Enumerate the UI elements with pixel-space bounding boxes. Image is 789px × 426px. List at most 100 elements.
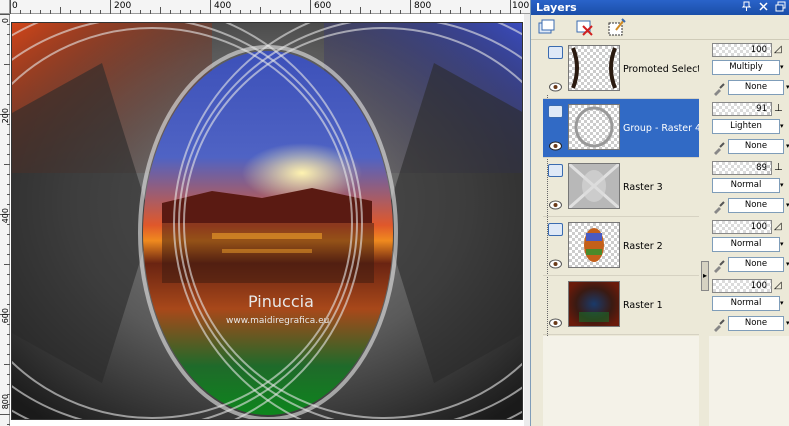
artwork-image: Pinuccia www.maidiregrafica.eu (12, 23, 522, 419)
slider-handle-icon[interactable]: ◿ (774, 220, 784, 234)
opacity-value: 89 (756, 163, 767, 173)
brush-icon[interactable] (712, 199, 725, 214)
layer-name: Raster 3 (623, 182, 663, 193)
layer-thumbnail (568, 222, 620, 268)
chevron-down-icon[interactable]: ▾ (780, 122, 784, 130)
chevron-down-icon[interactable]: ▾ (780, 181, 784, 189)
panel-title: Layers (536, 1, 577, 14)
layer-properties-group: 91 ⊥ Lighten ▾ None ▾ (709, 99, 789, 158)
layer-row-promoted-selection[interactable]: Promoted Selection (543, 40, 716, 99)
layer-list-empty-area (543, 336, 699, 426)
blend-mode-select[interactable]: Normal (712, 178, 780, 193)
ruler-horizontal: 0 200 400 600 800 100 (10, 0, 530, 14)
layer-list: Promoted Selection Group - Raster 4 Rast… (543, 40, 716, 352)
ruler-corner (0, 0, 10, 14)
brush-icon[interactable] (712, 258, 725, 273)
raster-layer-icon (548, 164, 563, 177)
ruler-label: 600 (1, 308, 10, 324)
opacity-slider[interactable]: 89 (712, 161, 772, 175)
ruler-label: 100 (512, 1, 530, 11)
layer-thumbnail (568, 281, 620, 327)
slider-handle-icon[interactable]: ⊥ (774, 102, 784, 116)
opacity-value: 100 (750, 222, 767, 232)
blend-mode-select[interactable]: Lighten (712, 119, 780, 134)
blend-mode-select[interactable]: Normal (712, 237, 780, 252)
visibility-eye-icon[interactable] (549, 136, 562, 151)
ruler-label: 0 (1, 18, 10, 24)
raster-layer-icon (548, 223, 563, 236)
layer-properties-icon[interactable] (607, 18, 626, 37)
mask-select[interactable]: None (728, 198, 784, 213)
opacity-slider[interactable]: 100 (712, 279, 772, 293)
blend-mode-select[interactable]: Normal (712, 296, 780, 311)
opacity-slider[interactable]: 100 (712, 220, 772, 234)
ruler-label: 200 (1, 108, 10, 124)
opacity-value: 100 (750, 281, 767, 291)
watermark-title: Pinuccia (248, 292, 314, 311)
layer-row-group-raster-4[interactable]: Group - Raster 4 (543, 99, 711, 158)
layer-properties-group: 100 ◿ Multiply ▾ None ▾ (709, 40, 789, 99)
chevron-down-icon[interactable]: ▾ (780, 299, 784, 307)
layer-row-raster-3[interactable]: Raster 3 (543, 158, 711, 217)
visibility-eye-icon[interactable] (549, 254, 562, 269)
new-layer-icon[interactable] (537, 18, 556, 37)
panel-left-strip (531, 40, 543, 426)
visibility-eye-icon[interactable] (549, 77, 562, 92)
ruler-vertical: 0 200 400 600 800 (0, 14, 10, 426)
slider-handle-icon[interactable]: ⊥ (774, 161, 784, 175)
brush-icon[interactable] (712, 317, 725, 332)
panel-titlebar[interactable]: Layers (531, 0, 789, 15)
properties-empty-area (709, 336, 789, 426)
ruler-label: 800 (1, 394, 10, 410)
close-icon[interactable] (757, 1, 770, 13)
restore-icon[interactable] (774, 1, 787, 13)
opacity-value: 91 (756, 104, 767, 114)
chevron-down-icon[interactable]: ▾ (780, 63, 784, 71)
app-window: 0 200 400 600 800 100 0 200 400 600 800 (0, 0, 789, 426)
mask-select[interactable]: None (728, 139, 784, 154)
layer-thumbnail (568, 104, 620, 150)
layer-name: Raster 1 (623, 300, 663, 311)
chevron-down-icon[interactable]: ▾ (780, 240, 784, 248)
raster-layer-icon (548, 46, 563, 59)
layer-properties-group: 89 ⊥ Normal ▾ None ▾ (709, 158, 789, 217)
ruler-label: 800 (414, 1, 432, 11)
ruler-label: 600 (314, 1, 332, 11)
ruler-label: 0 (12, 1, 18, 11)
layers-panel: Layers Promoted Selection Group - Raster… (530, 0, 789, 426)
ruler-label: 400 (1, 208, 10, 224)
ruler-label: 400 (214, 1, 232, 11)
canvas-area[interactable]: 0 200 400 600 800 100 0 200 400 600 800 (0, 0, 530, 426)
mask-select[interactable]: None (728, 257, 784, 272)
expand-arrow-icon[interactable]: ▸ (701, 261, 709, 291)
delete-layer-icon[interactable] (575, 18, 594, 37)
blend-mode-select[interactable]: Multiply (712, 60, 780, 75)
mask-select[interactable]: None (728, 316, 784, 331)
opacity-slider[interactable]: 91 (712, 102, 772, 116)
layer-properties-column: 100 ◿ Multiply ▾ None ▾ 91 ⊥ Lighten ▾ N… (709, 40, 789, 340)
layer-properties-group: 100 ◿ Normal ▾ None ▾ (709, 276, 789, 335)
layer-name: Group - Raster 4 (623, 123, 702, 134)
panel-toolbar (531, 15, 789, 40)
layer-properties-group: 100 ◿ Normal ▾ None ▾ (709, 217, 789, 276)
layer-row-raster-2[interactable]: Raster 2 (543, 217, 711, 276)
watermark-url: www.maidiregrafica.eu (226, 316, 329, 326)
layer-thumbnail (568, 45, 620, 91)
layer-row-raster-1[interactable]: Raster 1 (543, 276, 711, 335)
layer-name: Raster 2 (623, 241, 663, 252)
slider-handle-icon[interactable]: ◿ (774, 279, 784, 293)
slider-handle-icon[interactable]: ◿ (774, 43, 784, 57)
visibility-eye-icon[interactable] (549, 313, 562, 328)
brush-icon[interactable] (712, 81, 725, 96)
artwork-canvas[interactable]: Pinuccia www.maidiregrafica.eu (11, 22, 523, 420)
ruler-label: 200 (114, 1, 132, 11)
brush-icon[interactable] (712, 140, 725, 155)
layer-thumbnail (568, 162, 620, 210)
mask-select[interactable]: None (728, 80, 784, 95)
opacity-slider[interactable]: 100 (712, 43, 772, 57)
visibility-eye-icon[interactable] (549, 195, 562, 210)
group-layer-icon (548, 105, 563, 118)
panel-divider[interactable] (699, 40, 709, 426)
ruler-ticks-horizontal (10, 0, 521, 14)
pin-icon[interactable] (740, 1, 753, 13)
